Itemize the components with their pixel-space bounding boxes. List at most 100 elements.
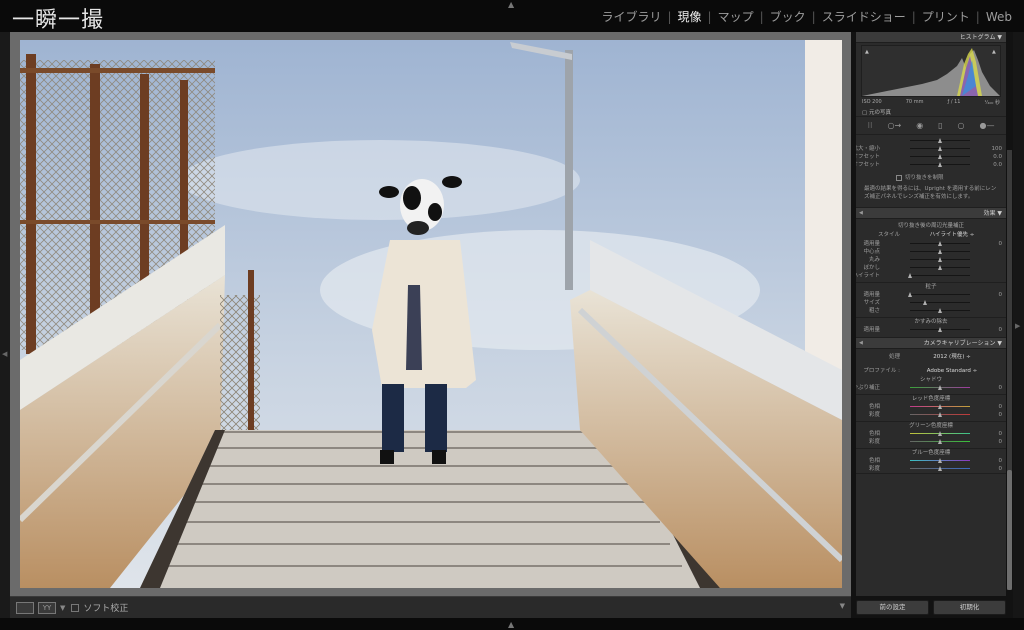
slider-thumb[interactable] xyxy=(937,249,942,254)
svg-text:▲: ▲ xyxy=(992,49,996,55)
slider-thumb[interactable] xyxy=(922,300,927,305)
slider-value[interactable]: 100 xyxy=(992,145,1003,153)
slider-track[interactable] xyxy=(910,294,970,295)
slider-value[interactable]: 0 xyxy=(999,384,1003,392)
slider-row[interactable]: 色かぶり補正 0 xyxy=(856,384,1006,392)
effects-header[interactable]: ◀ 効果 ▼ xyxy=(856,208,1006,219)
panel-scrollbar-thumb[interactable] xyxy=(1007,470,1012,590)
slider-thumb[interactable] xyxy=(907,292,912,297)
slider-track[interactable] xyxy=(910,275,970,276)
slider-row[interactable]: X オフセット 0.0 xyxy=(856,153,1006,161)
slider-thumb[interactable] xyxy=(937,466,942,471)
module-slideshow[interactable]: スライドショー xyxy=(816,8,912,25)
panel-scrollbar[interactable] xyxy=(1007,150,1012,590)
left-panel-edge[interactable]: ◀ xyxy=(0,32,10,618)
slider-thumb[interactable] xyxy=(937,439,942,444)
grain-title: 粒子 xyxy=(925,284,937,290)
histogram-graph[interactable]: ▲ ▲ xyxy=(861,45,1001,97)
slider-row[interactable]: Y オフセット 0.0 xyxy=(856,161,1006,169)
toolbar-menu-icon[interactable]: ▼ xyxy=(840,602,845,610)
slider-row[interactable]: 適用量 0 xyxy=(856,240,1006,248)
module-develop[interactable]: 現像 xyxy=(672,8,708,25)
slider-value[interactable]: 0.0 xyxy=(993,153,1002,161)
slider-row[interactable]: ハイライト xyxy=(856,272,1006,280)
slider-thumb[interactable] xyxy=(937,458,942,463)
slider-value[interactable]: 0 xyxy=(999,438,1003,446)
slider-row[interactable] xyxy=(856,137,1006,145)
adjustment-brush-icon[interactable]: ●— xyxy=(979,121,994,130)
radial-filter-icon[interactable]: ○ xyxy=(958,121,965,130)
camera-profile-row[interactable]: プロファイル : Adobe Standard ÷ xyxy=(856,366,1006,376)
right-panel-toggle-icon[interactable]: ▶ xyxy=(1015,322,1020,330)
reset-button[interactable]: 初期化 xyxy=(933,600,1006,615)
slider-row[interactable]: 彩度 0 xyxy=(856,438,1006,446)
slider-value[interactable]: 0 xyxy=(999,457,1003,465)
module-library[interactable]: ライブラリ xyxy=(595,8,667,25)
slider-thumb[interactable] xyxy=(937,257,942,262)
photo-preview[interactable] xyxy=(20,40,842,588)
loupe-view-icon[interactable] xyxy=(16,601,34,614)
module-map[interactable]: マップ xyxy=(712,8,760,25)
process-version-row[interactable]: 処理 2012 (現在) ÷ xyxy=(856,352,1006,362)
slider-row[interactable]: 色相 0 xyxy=(856,457,1006,465)
slider-value[interactable]: 0 xyxy=(999,291,1003,299)
view-dropdown-icon[interactable]: ▼ xyxy=(60,604,65,612)
slider-thumb[interactable] xyxy=(907,273,912,278)
module-web[interactable]: Web xyxy=(980,10,1018,24)
slider-thumb[interactable] xyxy=(937,154,942,159)
slider-row[interactable]: 適用量 0 xyxy=(856,291,1006,299)
slider-row[interactable]: 色相 0 xyxy=(856,403,1006,411)
slider-thumb[interactable] xyxy=(937,327,942,332)
slider-thumb[interactable] xyxy=(937,308,942,313)
slider-row[interactable]: ぼかし xyxy=(856,264,1006,272)
right-panel-edge[interactable]: ▶ xyxy=(1013,32,1024,618)
tool-strip: ⁝⁝ ○→ ◉ ▯ ○ ●— xyxy=(856,117,1006,135)
slider-row[interactable]: 中心点 xyxy=(856,248,1006,256)
slider-thumb[interactable] xyxy=(937,241,942,246)
before-after-view-button[interactable]: YY xyxy=(38,601,56,614)
slider-row[interactable]: 拡大・縮小 100 xyxy=(856,145,1006,153)
vignette-style-row[interactable]: スタイル ハイライト優先 ÷ xyxy=(856,230,1006,240)
slider-thumb[interactable] xyxy=(937,265,942,270)
filmstrip-toggle-icon[interactable]: ▲ xyxy=(508,620,514,629)
module-print[interactable]: プリント xyxy=(916,8,976,25)
slider-thumb[interactable] xyxy=(937,385,942,390)
exif-info: ISO 200 70 mm ƒ / 11 ¹⁄₄₀₀ 秒 xyxy=(856,99,1006,107)
slider-value[interactable]: 0 xyxy=(999,326,1003,334)
soft-proof-checkbox[interactable] xyxy=(71,603,80,612)
camera-calibration-header[interactable]: ◀ カメラキャリブレーション ▼ xyxy=(856,338,1006,349)
slider-value[interactable]: 0 xyxy=(999,411,1003,419)
module-book[interactable]: ブック xyxy=(764,8,812,25)
slider-value[interactable]: 0 xyxy=(999,403,1003,411)
slider-row[interactable]: サイズ xyxy=(856,299,1006,307)
red-primary-title: レッド色度座標 xyxy=(911,396,951,402)
slider-value[interactable]: 0 xyxy=(999,240,1003,248)
histogram-header[interactable]: ヒストグラム ▼ xyxy=(856,32,1006,43)
aperture-value: ƒ / 11 xyxy=(947,99,961,105)
spot-removal-icon[interactable]: ○→ xyxy=(888,121,902,130)
left-panel-toggle-icon[interactable]: ◀ xyxy=(2,350,7,358)
slider-value[interactable]: 0 xyxy=(999,465,1003,473)
slider-thumb[interactable] xyxy=(937,431,942,436)
calibration-section: 処理 2012 (現在) ÷ プロファイル : Adobe Standard ÷ シ… xyxy=(856,349,1006,474)
crop-overlay-icon[interactable]: ⁝⁝ xyxy=(867,121,872,130)
slider-value[interactable]: 0.0 xyxy=(993,161,1002,169)
slider-thumb[interactable] xyxy=(937,146,942,151)
slider-row[interactable]: 色相 0 xyxy=(856,430,1006,438)
slider-row[interactable]: 丸み xyxy=(856,256,1006,264)
original-photo-toggle[interactable]: ▢ 元の写真 xyxy=(856,107,1006,116)
slider-row[interactable]: 彩度 0 xyxy=(856,411,1006,419)
slider-thumb[interactable] xyxy=(937,412,942,417)
constrain-crop-checkbox[interactable]: 切り抜きを制限 xyxy=(856,173,1006,183)
slider-row[interactable]: 適用量 0 xyxy=(856,326,1006,334)
slider-row[interactable]: 粗さ xyxy=(856,307,1006,315)
graduated-filter-icon[interactable]: ▯ xyxy=(938,121,942,130)
red-eye-icon[interactable]: ◉ xyxy=(916,121,923,130)
slider-row[interactable]: 彩度 0 xyxy=(856,465,1006,473)
previous-settings-button[interactable]: 前の設定 xyxy=(856,600,929,615)
top-panel-toggle-icon[interactable]: ▲ xyxy=(508,0,514,9)
slider-track[interactable] xyxy=(910,302,970,303)
slider-thumb[interactable] xyxy=(937,162,942,167)
slider-value[interactable]: 0 xyxy=(999,430,1003,438)
slider-thumb[interactable] xyxy=(937,404,942,409)
